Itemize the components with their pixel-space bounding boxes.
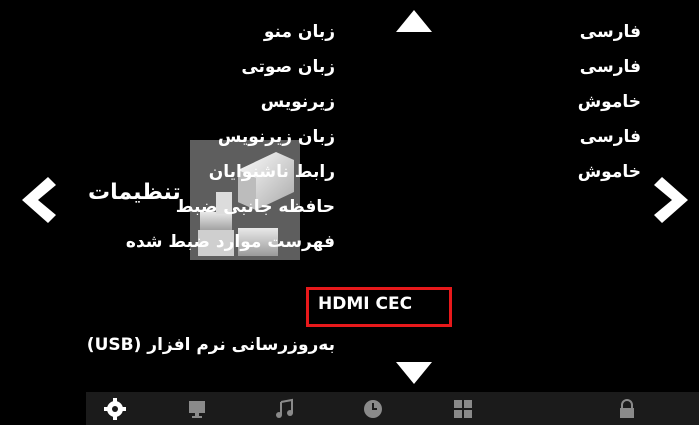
music-note-icon[interactable] — [274, 398, 296, 420]
menu-item-hdmi-cec[interactable]: HDMI CEC — [318, 294, 412, 314]
menu-item-software-update[interactable]: به‌روزرسانی نرم افزار (USB) — [87, 335, 335, 355]
section-title: تنظیمات — [88, 180, 181, 205]
menu-item-subtitle-language[interactable]: زبان زیرنویس — [218, 127, 335, 147]
bottom-category-bar — [86, 392, 699, 425]
scroll-up-arrow[interactable] — [396, 10, 432, 32]
monitor-icon[interactable] — [186, 398, 208, 420]
chevron-right-icon[interactable] — [652, 175, 692, 225]
menu-item-subtitle[interactable]: زیرنویس — [261, 92, 335, 112]
menu-item-menu-language[interactable]: زبان منو — [264, 22, 335, 42]
menu-value-hearing-impaired[interactable]: خاموش — [578, 162, 641, 182]
menu-value-subtitle-language[interactable]: فارسی — [580, 127, 641, 147]
menu-item-hearing-impaired[interactable]: رابط ناشنوایان — [209, 162, 335, 182]
clock-icon[interactable] — [362, 398, 384, 420]
chevron-left-icon[interactable] — [18, 175, 58, 225]
scroll-down-arrow[interactable] — [396, 362, 432, 384]
menu-value-menu-language[interactable]: فارسی — [580, 22, 641, 42]
menu-item-recording-storage[interactable]: حافظه جانبی ضبط — [176, 197, 335, 217]
lock-icon[interactable] — [616, 398, 638, 420]
menu-item-audio-language[interactable]: زبان صوتی — [241, 57, 335, 77]
grid-icon[interactable] — [452, 398, 474, 420]
menu-item-recorded-list[interactable]: فهرست موارد ضبط شده — [126, 232, 335, 252]
gear-icon[interactable] — [104, 398, 126, 420]
menu-value-audio-language[interactable]: فارسی — [580, 57, 641, 77]
menu-value-subtitle[interactable]: خاموش — [578, 92, 641, 112]
